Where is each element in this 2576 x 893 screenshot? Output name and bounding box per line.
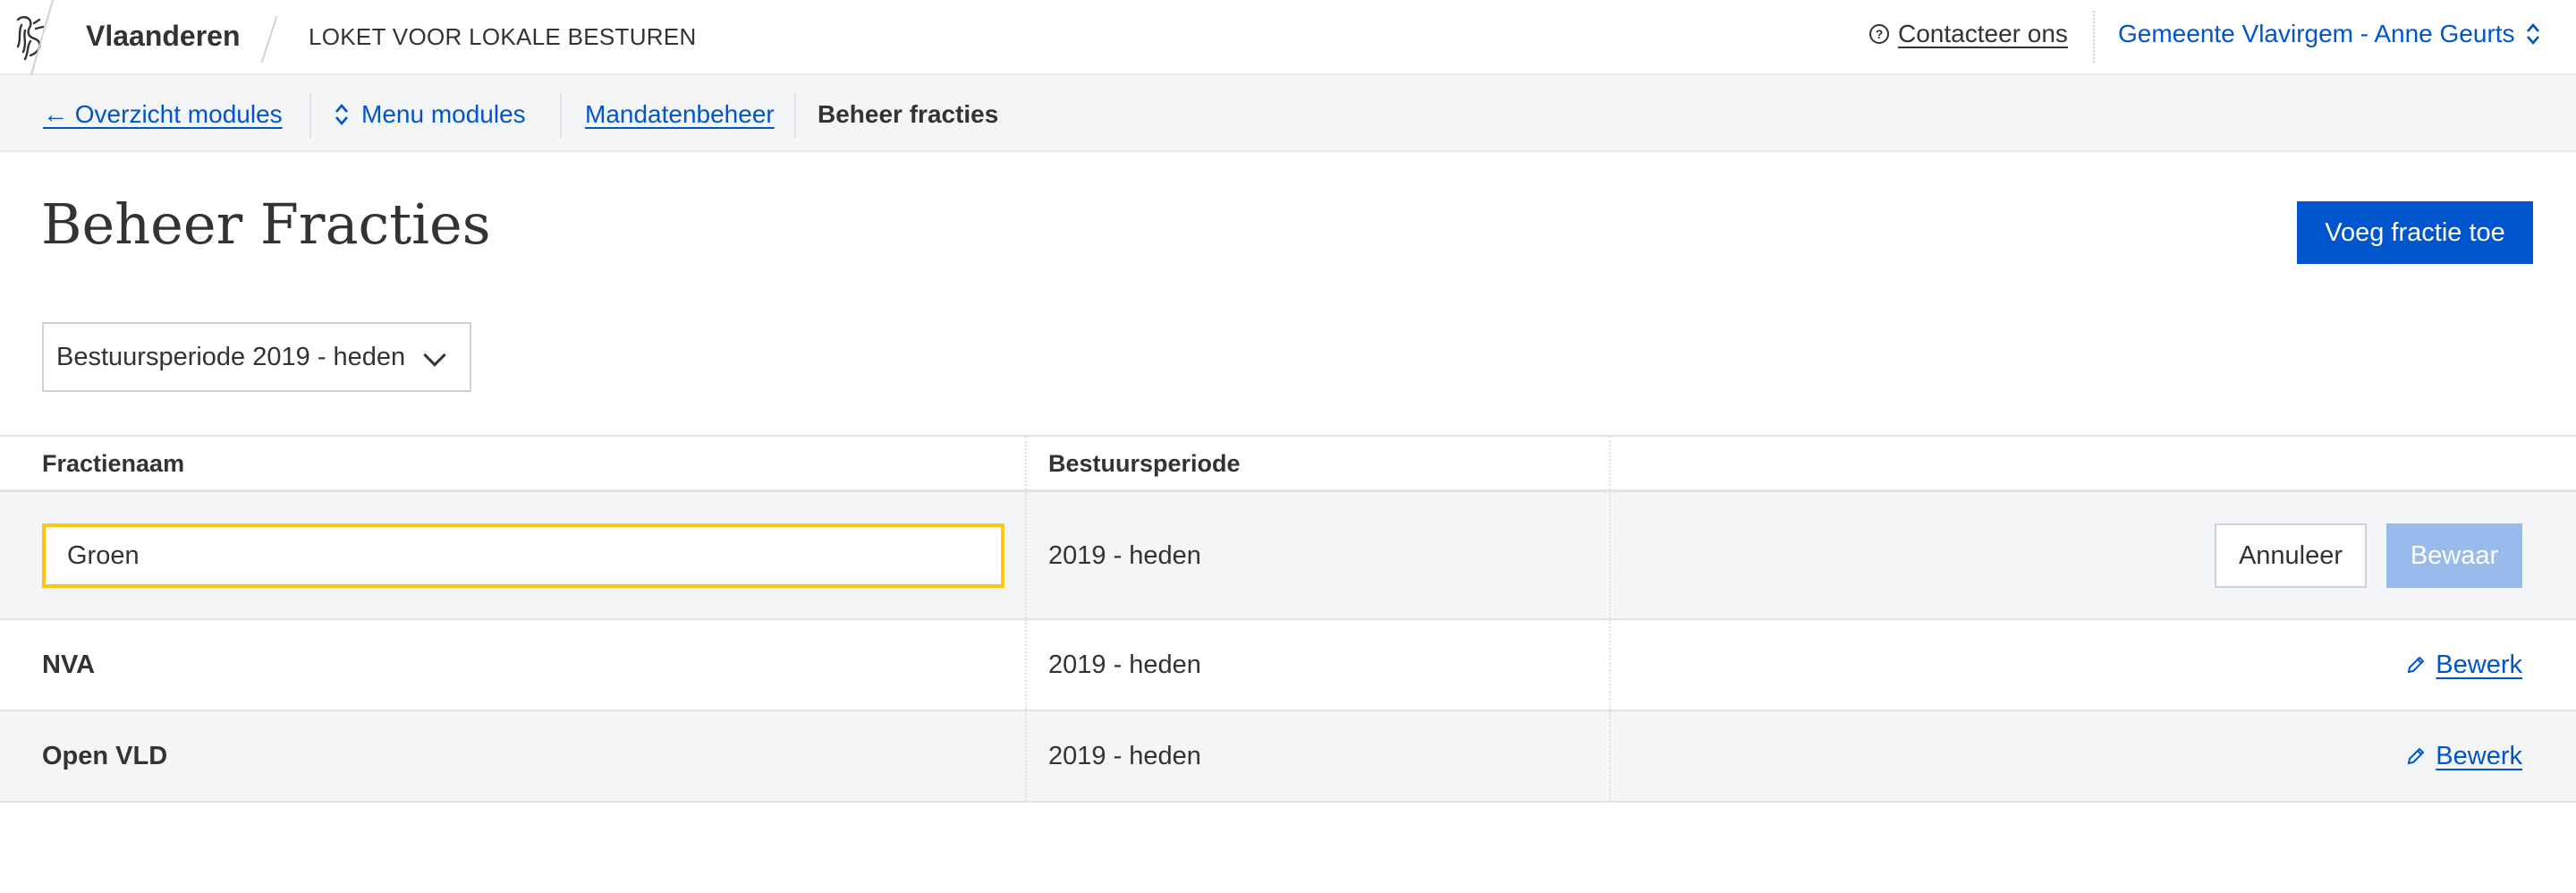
user-menu[interactable]: Gemeente Vlavirgem - Anne Geurts [2118,20,2540,48]
header-separator [2093,11,2095,63]
column-divider [1609,711,1611,801]
column-header-bestuursperiode: Bestuursperiode [1048,449,1241,477]
column-divider [1609,620,1611,710]
column-divider [1025,711,1027,801]
column-divider [1025,437,1027,489]
breadcrumb-mandatenbeheer[interactable]: Mandatenbeheer [585,77,775,152]
column-divider [1609,492,1611,618]
breadcrumb-current: Beheer fracties [818,77,998,152]
edit-link[interactable]: Bewerk [2405,620,2522,710]
period-select-value: Bestuursperiode 2019 - heden [56,342,406,371]
add-fraction-button[interactable]: Voeg fractie toe [2297,201,2533,264]
fractions-table: Fractienaam Bestuursperiode 2019 - heden… [0,435,2576,803]
menu-modules-button[interactable]: Menu modules [335,77,526,152]
table-row-editing: 2019 - heden Annuleer Bewaar [0,492,2576,620]
edit-label: Bewerk [2436,741,2522,770]
fraction-name-input[interactable] [42,523,1004,588]
column-header-fractienaam: Fractienaam [42,449,185,477]
pencil-icon [2408,747,2425,765]
user-label: Gemeente Vlavirgem - Anne Geurts [2118,20,2515,47]
nav-separator [560,93,562,138]
breadcrumb-mandatenbeheer-label: Mandatenbeheer [585,100,775,128]
edit-link[interactable]: Bewerk [2405,711,2522,801]
overview-modules-label: ← Overzicht modules [43,100,283,128]
chevron-up-down-icon [335,104,348,125]
fraction-name: NVA [42,650,96,679]
nav-separator [309,93,311,138]
column-divider [1609,437,1611,489]
contact-link[interactable]: ? Contacteer ons [1869,20,2068,48]
header-divider [260,16,278,63]
help-icon: ? [1869,24,1889,44]
chevron-down-icon [423,344,446,367]
chevron-up-down-icon [2526,23,2539,45]
contact-label: Contacteer ons [1898,20,2068,47]
pencil-icon [2408,656,2425,674]
table-header: Fractienaam Bestuursperiode [0,435,2576,492]
breadcrumb-current-label: Beheer fracties [818,100,999,128]
save-button[interactable]: Bewaar [2386,523,2522,588]
fraction-name: Open VLD [42,741,168,770]
page-title: Beheer Fracties [41,191,491,257]
period-cell: 2019 - heden [1048,541,1201,570]
period-select[interactable]: Bestuursperiode 2019 - heden [42,322,471,392]
column-divider [1025,492,1027,618]
nav-separator [794,93,796,138]
global-header: Vlaanderen LOKET VOOR LOKALE BESTUREN ? … [0,0,2576,75]
period-cell: 2019 - heden [1048,741,1201,770]
product-name[interactable]: LOKET VOOR LOKALE BESTUREN [309,23,697,51]
overview-modules-link[interactable]: ← Overzicht modules [43,77,283,152]
table-row: NVA 2019 - heden Bewerk [0,620,2576,711]
table-row: Open VLD 2019 - heden Bewerk [0,711,2576,803]
menu-modules-label: Menu modules [361,100,526,128]
period-cell: 2019 - heden [1048,650,1201,679]
cancel-button[interactable]: Annuleer [2215,523,2367,588]
edit-label: Bewerk [2436,650,2522,679]
column-divider [1025,620,1027,710]
module-navigation: ← Overzicht modules Menu modules Mandate… [0,77,2576,152]
brand-name: Vlaanderen [86,20,241,52]
